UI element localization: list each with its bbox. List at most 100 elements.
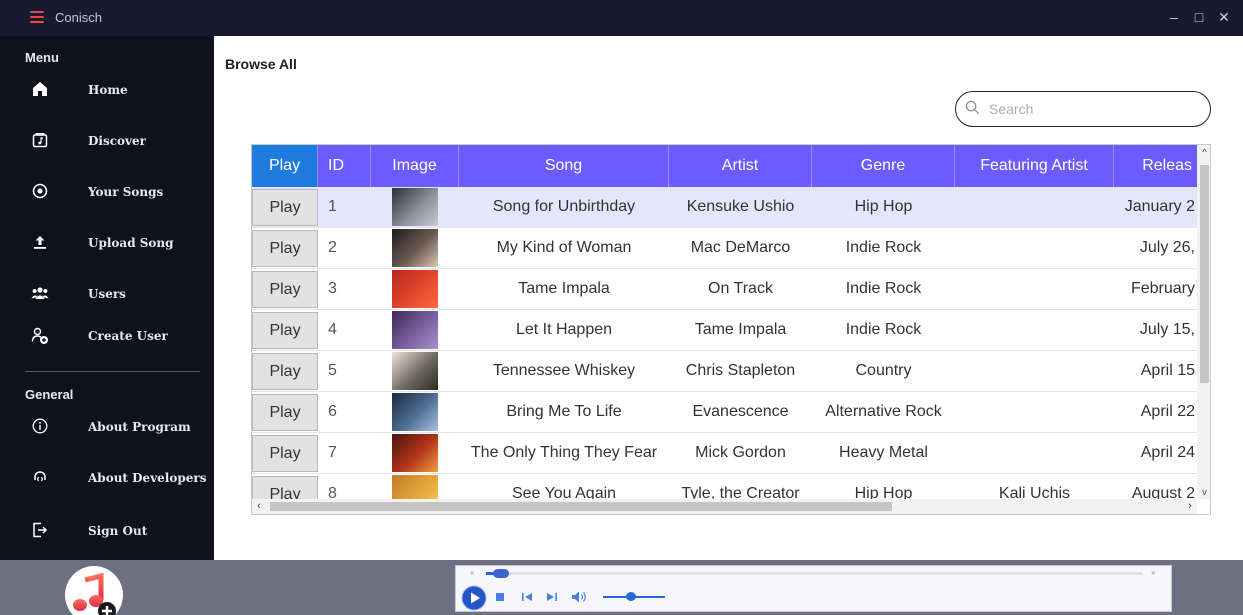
table-row[interactable]: Play 2 My Kind of Woman Mac DeMarco Indie Ro… bbox=[252, 228, 1197, 269]
row-play-button[interactable]: Play bbox=[252, 312, 318, 349]
column-header-song[interactable]: Song bbox=[459, 145, 669, 187]
cell-id: 2 bbox=[328, 239, 337, 256]
row-play-button[interactable]: Play bbox=[252, 189, 318, 226]
cell-id: 4 bbox=[328, 321, 337, 338]
row-play-button[interactable]: Play bbox=[252, 230, 318, 267]
horizontal-scrollbar[interactable]: ‹ › bbox=[252, 499, 1197, 514]
add-user-icon bbox=[30, 327, 50, 345]
vertical-scrollbar[interactable]: ^ v bbox=[1197, 145, 1210, 499]
table-row[interactable]: Play 6 Bring Me To Life Evanescence Alternat… bbox=[252, 392, 1197, 433]
table-row[interactable]: Play 5 Tennessee Whiskey Chris Stapleton Cou… bbox=[252, 351, 1197, 392]
maximize-button[interactable]: □ bbox=[1190, 8, 1208, 26]
table-row[interactable]: Play 7 The Only Thing They Fear Mick Gordon… bbox=[252, 433, 1197, 474]
stop-icon[interactable] bbox=[495, 592, 505, 602]
row-play-button[interactable]: Play bbox=[252, 476, 318, 499]
scroll-up-icon[interactable]: ^ bbox=[1197, 145, 1210, 159]
column-header-image[interactable]: Image bbox=[371, 145, 459, 187]
cell-song: Tame Impala bbox=[518, 280, 610, 297]
cell-id: 6 bbox=[328, 403, 337, 420]
sidebar-item-home[interactable]: Home bbox=[0, 72, 214, 108]
cell-artist: Mac DeMarco bbox=[690, 239, 791, 256]
next-icon[interactable] bbox=[546, 592, 558, 602]
cell-artist: Evanescence bbox=[692, 403, 789, 420]
cell-release: April 15 bbox=[1140, 362, 1195, 379]
row-play-button[interactable]: Play bbox=[252, 271, 318, 308]
cell-artist: Mick Gordon bbox=[695, 444, 786, 461]
cell-featuring bbox=[955, 392, 1114, 432]
column-header-featuring-artist[interactable]: Featuring Artist bbox=[955, 145, 1114, 187]
cell-release: February bbox=[1130, 280, 1195, 297]
cell-genre: Heavy Metal bbox=[839, 444, 928, 461]
volume-icon[interactable] bbox=[571, 590, 589, 604]
table-row[interactable]: Play 4 Let It Happen Tame Impala Indie Rock J… bbox=[252, 310, 1197, 351]
search-input[interactable] bbox=[989, 99, 1189, 119]
rewind-icon[interactable]: « bbox=[470, 566, 474, 580]
table-body: Play 1 Song for Unbirthday Kensuke Ushio Hip… bbox=[252, 187, 1197, 499]
sidebar-item-label: Sign Out bbox=[88, 524, 148, 538]
cell-artist: Kensuke Ushio bbox=[686, 198, 795, 215]
scroll-right-icon[interactable]: › bbox=[1183, 499, 1197, 514]
app-window: Conisch – □ ✕ Menu Home Discover Your So… bbox=[0, 0, 1243, 615]
row-play-button[interactable]: Play bbox=[252, 394, 318, 431]
seek-track[interactable] bbox=[486, 572, 1142, 575]
sidebar-item-label: Your Songs bbox=[88, 185, 164, 199]
album-art-thumbnail bbox=[392, 475, 438, 499]
cell-genre: Alternative Rock bbox=[825, 403, 942, 420]
cell-id: 7 bbox=[328, 444, 337, 461]
table-row[interactable]: Play 3 Tame Impala On Track Indie Rock Februa… bbox=[252, 269, 1197, 310]
cell-featuring bbox=[955, 269, 1114, 309]
play-pause-button[interactable] bbox=[461, 585, 487, 611]
close-button[interactable]: ✕ bbox=[1215, 8, 1233, 26]
table-row[interactable]: Play 8 See You Again Tyle, the Creator Hip H… bbox=[252, 474, 1197, 499]
cell-song: The Only Thing They Fear bbox=[470, 444, 658, 461]
general-section-title: General bbox=[25, 387, 74, 402]
page-title: Browse All bbox=[225, 56, 297, 72]
cell-song: Let It Happen bbox=[515, 321, 613, 338]
cell-song: Bring Me To Life bbox=[506, 403, 622, 420]
previous-icon[interactable] bbox=[521, 592, 533, 602]
scroll-down-icon[interactable]: v bbox=[1197, 485, 1210, 499]
info-icon bbox=[30, 418, 50, 436]
column-header-release[interactable]: Releas bbox=[1114, 145, 1198, 187]
app-menu-icon[interactable] bbox=[30, 11, 44, 23]
column-header-genre[interactable]: Genre bbox=[812, 145, 955, 187]
cell-song: Tennessee Whiskey bbox=[492, 362, 636, 379]
cell-genre: Hip Hop bbox=[854, 198, 913, 215]
sidebar-item-users[interactable]: Users bbox=[0, 276, 214, 312]
search-icon bbox=[965, 100, 980, 115]
volume-handle[interactable] bbox=[625, 592, 636, 601]
album-art-thumbnail bbox=[392, 434, 438, 472]
sidebar-item-discover[interactable]: Discover bbox=[0, 123, 214, 159]
column-header-play[interactable]: Play bbox=[252, 145, 318, 187]
sidebar-item-about-program[interactable]: About Program bbox=[0, 409, 214, 445]
cell-release: July 26, bbox=[1139, 239, 1195, 256]
fast-forward-icon[interactable]: » bbox=[1151, 566, 1155, 580]
sign-out-icon bbox=[30, 522, 50, 540]
sidebar-item-label: Home bbox=[88, 83, 128, 97]
horizontal-scroll-thumb[interactable] bbox=[270, 502, 892, 511]
column-header-id[interactable]: ID bbox=[318, 145, 371, 187]
minimize-button[interactable]: – bbox=[1165, 8, 1183, 26]
seek-handle[interactable] bbox=[492, 569, 509, 578]
music-note-box-icon bbox=[30, 132, 50, 150]
sidebar-item-sign-out[interactable]: Sign Out bbox=[0, 513, 214, 549]
search-box[interactable] bbox=[955, 91, 1211, 127]
sidebar-item-about-developers[interactable]: About Developers bbox=[0, 460, 214, 496]
vertical-scroll-thumb[interactable] bbox=[1200, 165, 1209, 383]
column-header-artist[interactable]: Artist bbox=[669, 145, 812, 187]
album-art-thumbnail bbox=[392, 311, 438, 349]
sidebar-item-create-user[interactable]: Create User bbox=[0, 318, 214, 354]
bottom-bar: « » bbox=[0, 560, 1243, 615]
table-row[interactable]: Play 1 Song for Unbirthday Kensuke Ushio Hip… bbox=[252, 187, 1197, 228]
app-logo-icon bbox=[65, 566, 123, 615]
scroll-left-icon[interactable]: ‹ bbox=[252, 499, 266, 514]
cell-genre: Hip Hop bbox=[854, 485, 913, 499]
sidebar-item-upload-song[interactable]: Upload Song bbox=[0, 225, 214, 261]
cell-song: See You Again bbox=[511, 485, 617, 499]
row-play-button[interactable]: Play bbox=[252, 353, 318, 390]
sidebar: Menu Home Discover Your Songs Upload Son… bbox=[0, 36, 214, 560]
row-play-button[interactable]: Play bbox=[252, 435, 318, 472]
cell-genre: Country bbox=[855, 362, 912, 379]
sidebar-item-your-songs[interactable]: Your Songs bbox=[0, 174, 214, 210]
cell-featuring bbox=[955, 187, 1114, 227]
